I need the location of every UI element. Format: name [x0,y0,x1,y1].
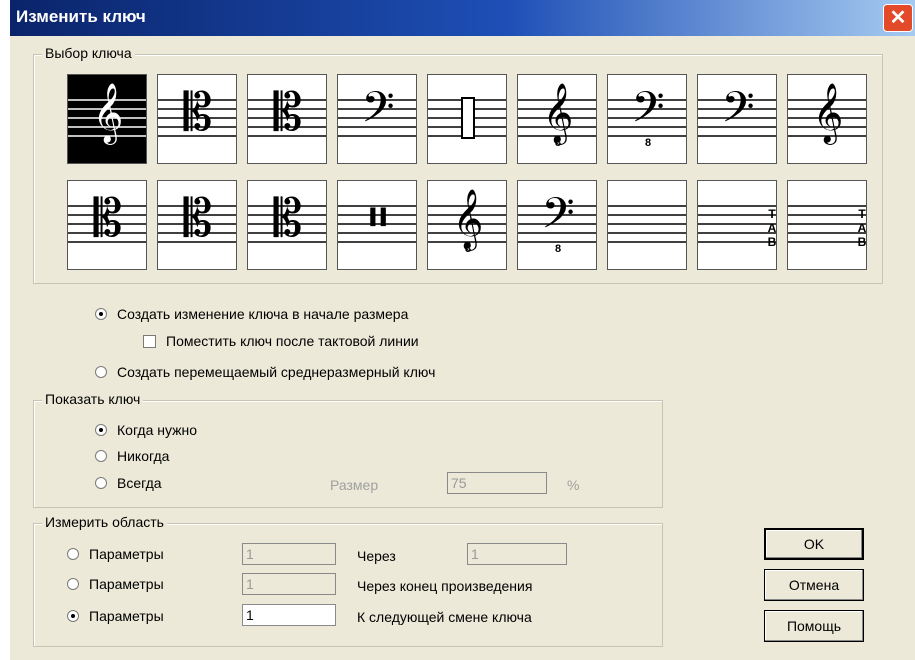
clef-label: 8 [464,243,472,255]
percussion-box [461,97,475,139]
show-always[interactable]: Всегда [95,475,162,491]
region-option-1[interactable]: Параметры [67,546,164,562]
close-icon[interactable]: ✕ [883,4,913,32]
clef-glyph: 𝄞 [92,83,124,143]
region-2-through-label: Через конец произведения [357,578,533,594]
region-3-from-input[interactable]: 1 [242,604,336,626]
clef-glyph: 𝄢 [721,83,755,143]
option-place-after-barline-label: Поместить ключ после тактовой линии [166,333,419,349]
region-option-2-label: Параметры [89,576,164,592]
clef-option[interactable]: 𝄡 [247,74,327,164]
blank-staff-icon [608,205,686,243]
clef-selection-legend: Выбор ключа [42,45,135,61]
region-1-from-input[interactable]: 1 [242,543,336,565]
option-create-movable-label: Создать перемещаемый среднеразмерный клю… [117,364,436,380]
clef-label: 8 [554,243,562,255]
checkbox[interactable] [143,334,156,348]
region-option-1-label: Параметры [89,546,164,562]
clef-label: TAB [855,207,867,249]
change-clef-dialog: Изменить ключ ✕ Выбор ключа 𝄞 𝄡 𝄡 𝄢 𝄞 8 𝄢 8 𝄢 𝄞 𝄡 𝄡… [10,0,915,660]
clef-label: TAB [765,207,777,249]
clef-glyph: 𝄢 [631,83,665,143]
radio-button[interactable] [95,366,107,378]
clef-option[interactable]: 𝄢 [337,74,417,164]
option-create-at-start-label: Создать изменение ключа в начале размера [117,306,409,322]
clef-option[interactable]: 𝄥 [337,180,417,270]
clef-option[interactable]: 𝄡 [157,74,237,164]
title-bar: Изменить ключ ✕ [10,0,915,36]
radio-button[interactable] [67,578,79,590]
window-title: Изменить ключ [16,7,146,26]
clef-option[interactable]: 𝄡 [157,180,237,270]
clef-glyph: 𝄡 [183,189,213,249]
size-label: Размер [330,477,379,493]
clef-option[interactable]: 𝄞 [67,74,147,164]
option-create-at-start[interactable]: Создать изменение ключа в начале размера [95,306,408,322]
region-1-through-input[interactable]: 1 [467,543,567,565]
clef-glyph: 𝄡 [273,189,303,249]
clef-label: 8 [644,137,652,149]
cancel-button[interactable]: Отмена [764,569,864,601]
percussion-clef-icon [428,97,506,139]
measure-region-legend: Измерить область [42,514,167,530]
ok-button[interactable]: OK [764,528,864,560]
region-option-2[interactable]: Параметры [67,576,164,592]
clef-option[interactable]: 𝄢 8 [517,180,597,270]
radio-button[interactable] [95,308,107,320]
show-when-needed-label: Когда нужно [117,422,198,438]
clef-glyph: 𝄡 [273,83,303,143]
region-option-3-label: Параметры [89,608,164,624]
show-always-label: Всегда [117,475,162,491]
clef-option[interactable]: TAB [787,180,867,270]
radio-button[interactable] [67,548,79,560]
clef-option[interactable]: 𝄡 [247,180,327,270]
radio-button[interactable] [95,424,107,436]
clef-glyph: 𝄞 [452,189,484,249]
region-1-through-label: Через [357,548,396,564]
show-never-label: Никогда [117,448,170,464]
radio-button[interactable] [67,610,79,622]
show-clef-legend: Показать ключ [42,391,144,407]
clef-label: 8 [554,137,562,149]
clef-option[interactable]: 𝄢 [697,74,777,164]
size-input[interactable]: 75 [447,472,547,494]
size-unit: % [567,477,580,493]
option-place-after-barline[interactable]: Поместить ключ после тактовой линии [143,333,419,349]
radio-button[interactable] [95,477,107,489]
clef-glyph: 𝄞 [542,83,574,143]
clef-option[interactable]: 𝄞 8 [427,180,507,270]
clef-option[interactable]: 𝄞 [787,74,867,164]
clef-glyph: 𝄡 [183,83,213,143]
clef-option[interactable]: 𝄢 8 [607,74,687,164]
region-3-through-label: К следующей смене ключа [357,609,532,625]
clef-glyph: 𝄢 [361,83,395,143]
help-button[interactable]: Помощь [764,610,864,642]
clef-option[interactable]: TAB [697,180,777,270]
region-2-from-input[interactable]: 1 [242,573,336,595]
clef-option[interactable] [607,180,687,270]
clef-glyph: 𝄡 [93,189,123,249]
clef-glyph: 𝄢 [541,189,575,249]
clef-glyph: 𝄞 [812,83,844,143]
region-option-3[interactable]: Параметры [67,608,164,624]
clef-option[interactable]: 𝄞 8 [517,74,597,164]
radio-button[interactable] [95,450,107,462]
clef-option[interactable]: 𝄡 [67,180,147,270]
clef-option[interactable] [427,74,507,164]
show-when-needed[interactable]: Когда нужно [95,422,197,438]
show-never[interactable]: Никогда [95,448,169,464]
option-create-movable[interactable]: Создать перемещаемый среднеразмерный клю… [95,364,435,380]
clef-glyph: 𝄥 [370,189,386,249]
